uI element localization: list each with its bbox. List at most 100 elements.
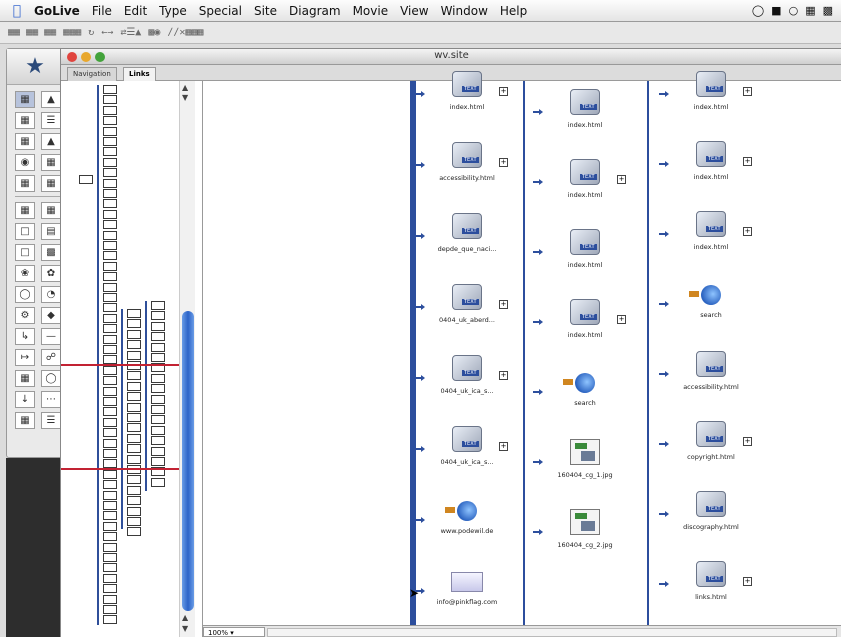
tab-navigation[interactable]: Navigation: [67, 67, 117, 81]
overview-page-box[interactable]: [103, 511, 117, 521]
expand-toggle[interactable]: +: [499, 300, 508, 309]
overview-page-box[interactable]: [103, 209, 117, 219]
plugin-icon[interactable]: ❀: [15, 265, 35, 282]
d-icon[interactable]: ■: [771, 4, 781, 17]
overview-page-box[interactable]: [103, 261, 117, 271]
layout-grid-icon[interactable]: ▦: [15, 202, 35, 219]
quicktime-icon[interactable]: ◉: [15, 154, 35, 171]
horizontal-scrollbar[interactable]: [267, 628, 837, 637]
menu-special[interactable]: Special: [193, 4, 248, 18]
overview-page-box[interactable]: [103, 542, 117, 552]
expand-toggle[interactable]: +: [743, 87, 752, 96]
scroll-down-bottom-icon[interactable]: ▼: [182, 624, 188, 633]
overview-page-box[interactable]: [127, 444, 141, 454]
overview-page-box[interactable]: [127, 402, 141, 412]
overview-page-box[interactable]: [127, 392, 141, 402]
overview-page-box[interactable]: [127, 350, 141, 360]
link-node[interactable]: www.podewil.de: [421, 497, 513, 535]
scroll-up-icon[interactable]: ▲: [182, 83, 188, 92]
image-icon[interactable]: ▩: [41, 244, 61, 261]
expand-toggle[interactable]: +: [499, 442, 508, 451]
overview-page-box[interactable]: [151, 373, 165, 383]
dotted-line-icon[interactable]: ⋯: [41, 391, 61, 408]
overview-page-box[interactable]: [103, 137, 117, 146]
overview-page-box[interactable]: [127, 371, 141, 381]
horizontal-line-icon[interactable]: —: [41, 328, 61, 345]
overview-page-box[interactable]: [151, 384, 165, 394]
overview-page-box[interactable]: [151, 394, 165, 404]
link-node[interactable]: discography.html: [665, 491, 757, 531]
expand-toggle[interactable]: +: [499, 371, 508, 380]
extra-icon[interactable]: ▦: [41, 175, 61, 192]
overview-page-box[interactable]: [151, 301, 165, 310]
page-icon[interactable]: ▦: [15, 412, 35, 429]
expand-toggle[interactable]: +: [499, 158, 508, 167]
palette-icon[interactable]: ◯: [752, 4, 764, 17]
refresh-icon[interactable]: ↻: [88, 27, 94, 38]
overview-page-box[interactable]: [103, 407, 117, 417]
link-tools-icon[interactable]: ⇄☰▲: [120, 27, 141, 38]
overview-page-box[interactable]: [103, 334, 117, 344]
java-applet-icon[interactable]: ◔: [41, 286, 61, 303]
expand-toggle[interactable]: +: [743, 437, 752, 446]
link-node[interactable]: search: [539, 369, 631, 407]
overview-page-box[interactable]: [103, 605, 117, 614]
link-node[interactable]: 160404_cg_2.jpg: [539, 509, 631, 549]
overview-page-box[interactable]: [151, 353, 165, 362]
overview-page-box[interactable]: [103, 126, 117, 136]
overview-page-box[interactable]: [127, 381, 141, 391]
overview-page-box[interactable]: [151, 415, 165, 425]
overview-page-box[interactable]: [103, 501, 117, 510]
apple-menu-icon[interactable]: : [6, 3, 28, 19]
overview-page-box[interactable]: [103, 85, 117, 94]
overview-page-box[interactable]: [103, 449, 117, 458]
layout-text-box-icon[interactable]: ▦: [41, 202, 61, 219]
overview-page-box[interactable]: [103, 230, 117, 240]
overview-page-box[interactable]: [103, 365, 117, 375]
speech-bubble-icon[interactable]: ◯: [41, 370, 61, 387]
basic-objects-icon[interactable]: ▦: [15, 91, 35, 108]
overview-page-box[interactable]: [103, 282, 117, 292]
menu-golive[interactable]: GoLive: [28, 4, 86, 18]
expand-toggle[interactable]: +: [499, 87, 508, 96]
toolbar-align-icons[interactable]: ▦▦ ▦▦ ▦▦: [8, 27, 56, 38]
overview-page-box[interactable]: [151, 425, 165, 435]
menu-diagram[interactable]: Diagram: [283, 4, 347, 18]
overview-page-box[interactable]: [103, 95, 117, 105]
menu-movie[interactable]: Movie: [347, 4, 395, 18]
overview-page-box[interactable]: [103, 157, 117, 167]
overview-page-box[interactable]: [103, 105, 117, 115]
quicktime-object-icon[interactable]: ◯: [15, 286, 35, 303]
overview-page-box[interactable]: [103, 303, 117, 313]
overview-page-box[interactable]: [103, 417, 117, 427]
link-node[interactable]: search: [665, 281, 757, 319]
overview-page-box[interactable]: [103, 386, 117, 396]
overview-page-box[interactable]: [127, 319, 141, 329]
link-node[interactable]: depde_que_naci...: [421, 213, 513, 253]
overview-page-box[interactable]: [103, 293, 117, 302]
overview-page-box[interactable]: [103, 553, 117, 562]
overview-page-box[interactable]: [127, 423, 141, 433]
overview-page-box[interactable]: [103, 116, 117, 126]
menu-type[interactable]: Type: [153, 4, 193, 18]
expand-toggle[interactable]: +: [617, 175, 626, 184]
menu-file[interactable]: File: [86, 4, 118, 18]
overview-page-box[interactable]: [127, 433, 141, 443]
table-icon[interactable]: ▤: [41, 223, 61, 240]
links-diagram-canvas[interactable]: ➤ index.html + accessibility.html + depde_qu…: [203, 71, 841, 625]
overview-page-box[interactable]: [103, 480, 117, 490]
flag-icon[interactable]: ▦: [805, 4, 815, 17]
overview-page-box[interactable]: [127, 340, 141, 350]
head-icon[interactable]: ☰: [41, 112, 61, 129]
site-icon[interactable]: ▦: [15, 133, 35, 150]
scroll-down-icon[interactable]: ▼: [182, 93, 188, 102]
overview-page-box[interactable]: [103, 532, 117, 542]
overview-page-box[interactable]: [103, 199, 117, 209]
overview-page-box[interactable]: [151, 457, 165, 466]
overview-page-box[interactable]: [127, 496, 141, 506]
smil-icon[interactable]: ▦: [15, 175, 35, 192]
circle-icon[interactable]: ○: [789, 4, 799, 17]
overview-page-box[interactable]: [103, 178, 117, 188]
comment-icon[interactable]: ◆: [41, 307, 61, 324]
overview-page-box[interactable]: [103, 189, 117, 198]
